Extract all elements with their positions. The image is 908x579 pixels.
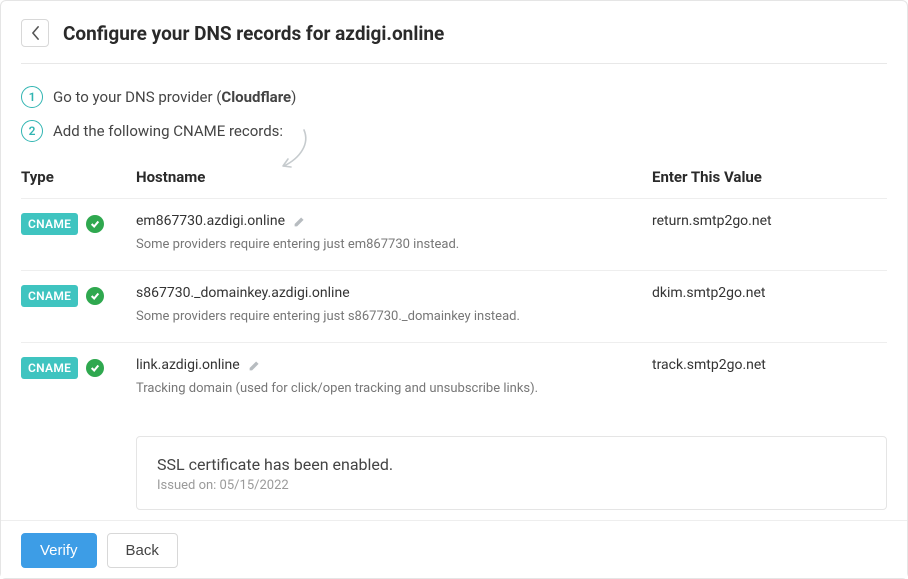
record-value: track.smtp2go.net bbox=[652, 357, 887, 396]
dns-records-table: Type Hostname Enter This Value CNAME em8… bbox=[21, 158, 887, 414]
hostname-value: s867730._domainkey.azdigi.online bbox=[136, 285, 350, 301]
back-button[interactable] bbox=[21, 19, 49, 47]
table-header: Type Hostname Enter This Value bbox=[21, 158, 887, 198]
verified-check-icon bbox=[86, 215, 104, 233]
col-hostname: Hostname bbox=[136, 168, 652, 186]
footer: Verify Back bbox=[1, 520, 907, 578]
hostname-hint: Tracking domain (used for click/open tra… bbox=[136, 381, 652, 396]
hostname-value: link.azdigi.online bbox=[136, 357, 240, 373]
edit-icon[interactable] bbox=[293, 215, 306, 228]
hostname-hint: Some providers require entering just s86… bbox=[136, 309, 652, 324]
back-footer-button[interactable]: Back bbox=[107, 533, 178, 568]
record-type-badge: CNAME bbox=[21, 213, 78, 235]
col-value: Enter This Value bbox=[652, 168, 887, 186]
hostname-value: em867730.azdigi.online bbox=[136, 213, 285, 229]
verified-check-icon bbox=[86, 359, 104, 377]
page-title: Configure your DNS records for azdigi.on… bbox=[63, 22, 444, 45]
curved-arrow-icon bbox=[276, 126, 316, 176]
table-row: CNAME em867730.azdigi.online Some provid… bbox=[21, 198, 887, 270]
edit-icon[interactable] bbox=[248, 359, 261, 372]
step-2-text: Add the following CNAME records: bbox=[53, 122, 283, 140]
table-row: CNAME link.azdigi.online Tracking domain… bbox=[21, 342, 887, 414]
hostname-hint: Some providers require entering just em8… bbox=[136, 237, 652, 252]
steps: 1 Go to your DNS provider (Cloudflare) 2… bbox=[21, 64, 887, 148]
step-1-text: Go to your DNS provider (Cloudflare) bbox=[53, 88, 296, 106]
record-value: return.smtp2go.net bbox=[652, 213, 887, 252]
verify-button[interactable]: Verify bbox=[21, 533, 97, 568]
record-type-badge: CNAME bbox=[21, 357, 78, 379]
header: Configure your DNS records for azdigi.on… bbox=[21, 19, 887, 64]
ssl-status-box: SSL certificate has been enabled. Issued… bbox=[136, 436, 887, 510]
ssl-status-title: SSL certificate has been enabled. bbox=[157, 455, 866, 474]
col-type: Type bbox=[21, 168, 136, 186]
record-type-badge: CNAME bbox=[21, 285, 78, 307]
ssl-issued-date: Issued on: 05/15/2022 bbox=[157, 478, 866, 493]
verified-check-icon bbox=[86, 287, 104, 305]
step-number-2: 2 bbox=[21, 120, 43, 142]
step-2: 2 Add the following CNAME records: bbox=[21, 114, 887, 148]
step-1: 1 Go to your DNS provider (Cloudflare) bbox=[21, 80, 887, 114]
step-number-1: 1 bbox=[21, 86, 43, 108]
record-value: dkim.smtp2go.net bbox=[652, 285, 887, 324]
chevron-left-icon bbox=[31, 26, 40, 40]
table-row: CNAME s867730._domainkey.azdigi.online S… bbox=[21, 270, 887, 342]
